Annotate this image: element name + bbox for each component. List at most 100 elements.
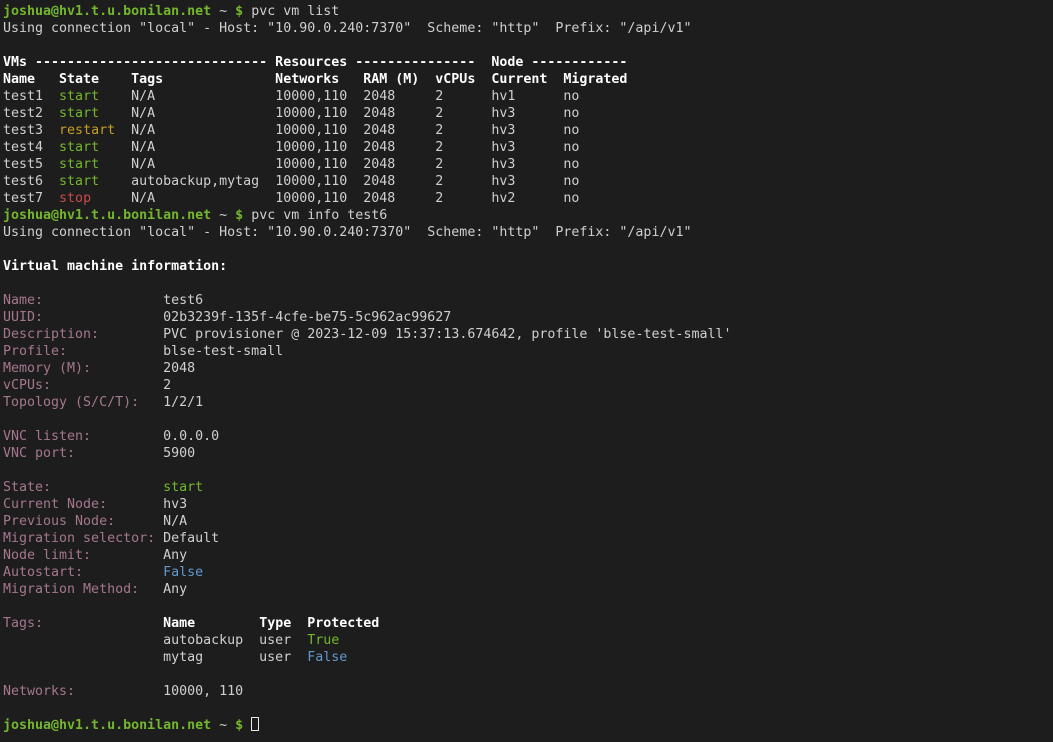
text-segment: test7: [3, 191, 59, 206]
connection-info: Using connection "local" - Host: "10.90.…: [3, 224, 1053, 241]
text-segment: 2: [51, 378, 171, 393]
text-segment: Previous Node:: [3, 514, 115, 529]
text-segment: test5: [3, 157, 59, 172]
text-segment: 1/2/1: [139, 395, 203, 410]
text-segment: Any: [91, 548, 187, 563]
text-segment: start: [59, 157, 99, 172]
vm-row-test7: test7 stop N/A 10000,110 2048 2 hv2 no: [3, 190, 1053, 207]
text-segment: Tags:: [3, 616, 43, 631]
info-vnc-listen: VNC listen: 0.0.0.0: [3, 428, 1053, 445]
info-tags-header: Tags: Name Type Protected: [3, 615, 1053, 632]
info-vcpus: vCPUs: 2: [3, 377, 1053, 394]
text-segment: mytag user: [3, 650, 307, 665]
blank-line: [3, 462, 1053, 479]
blank-line: [3, 37, 1053, 54]
text-segment: 2048: [91, 361, 195, 376]
text-segment: autobackup user: [3, 633, 307, 648]
info-topology: Topology (S/C/T): 1/2/1: [3, 394, 1053, 411]
text-segment: Profile:: [3, 344, 67, 359]
text-segment: Node limit:: [3, 548, 91, 563]
text-segment: N/A 10000,110 2048 2 hv3 no: [99, 157, 579, 172]
text-segment: [43, 616, 163, 631]
text-segment: N/A 10000,110 2048 2 hv1 no: [99, 89, 579, 104]
text-segment: True: [307, 633, 339, 648]
text-segment: Autostart:: [3, 565, 83, 580]
text-segment: 10000, 110: [75, 684, 243, 699]
text-segment: joshua@hv1.t.u.bonilan.net: [3, 208, 211, 223]
blank-line: [3, 598, 1053, 615]
tag-row-mytag: mytag user False: [3, 649, 1053, 666]
vm-row-test6: test6 start autobackup,mytag 10000,110 2…: [3, 173, 1053, 190]
text-segment: start: [59, 106, 99, 121]
text-segment: pvc vm list: [243, 4, 339, 19]
text-segment: restart: [59, 123, 115, 138]
text-segment: joshua@hv1.t.u.bonilan.net: [3, 718, 211, 733]
text-segment: Memory (M):: [3, 361, 91, 376]
text-segment: $: [235, 4, 243, 19]
blank-line: [3, 411, 1053, 428]
text-segment: 5900: [75, 446, 195, 461]
text-segment: Migration Method:: [3, 582, 139, 597]
vm-row-test3: test3 restart N/A 10000,110 2048 2 hv3 n…: [3, 122, 1053, 139]
text-segment: VNC port:: [3, 446, 75, 461]
text-segment: test1: [3, 89, 59, 104]
text-segment: Virtual machine information:: [3, 259, 227, 274]
text-segment: N/A 10000,110 2048 2 hv3 no: [99, 106, 579, 121]
text-segment: Topology (S/C/T):: [3, 395, 139, 410]
text-segment: [51, 480, 163, 495]
info-autostart: Autostart: False: [3, 564, 1053, 581]
text-segment: ~: [211, 4, 235, 19]
info-description: Description: PVC provisioner @ 2023-12-0…: [3, 326, 1053, 343]
terminal-cursor: [251, 717, 259, 731]
info-previous-node: Previous Node: N/A: [3, 513, 1053, 530]
text-segment: stop: [59, 191, 91, 206]
terminal-screen[interactable]: joshua@hv1.t.u.bonilan.net ~ $ pvc vm li…: [0, 0, 1053, 742]
text-segment: VMs ----------------------------- Resour…: [3, 55, 627, 70]
info-current-node: Current Node: hv3: [3, 496, 1053, 513]
vm-row-test4: test4 start N/A 10000,110 2048 2 hv3 no: [3, 139, 1053, 156]
info-node-limit: Node limit: Any: [3, 547, 1053, 564]
blank-line: [3, 700, 1053, 717]
text-segment: N/A 10000,110 2048 2 hv3 no: [115, 123, 579, 138]
vm-row-test5: test5 start N/A 10000,110 2048 2 hv3 no: [3, 156, 1053, 173]
info-uuid: UUID: 02b3239f-135f-4cfe-be75-5c962ac996…: [3, 309, 1053, 326]
text-segment: Using connection "local" - Host: "10.90.…: [3, 225, 691, 240]
text-segment: joshua@hv1.t.u.bonilan.net: [3, 4, 211, 19]
text-segment: [243, 718, 251, 733]
text-segment: Migration selector:: [3, 531, 155, 546]
text-segment: ~: [211, 718, 235, 733]
text-segment: UUID:: [3, 310, 43, 325]
text-segment: test6: [3, 174, 59, 189]
text-segment: PVC provisioner @ 2023-12-09 15:37:13.67…: [99, 327, 731, 342]
text-segment: start: [59, 140, 99, 155]
text-segment: [83, 565, 163, 580]
blank-line: [3, 275, 1053, 292]
info-profile: Profile: blse-test-small: [3, 343, 1053, 360]
text-segment: VNC listen:: [3, 429, 91, 444]
vm-row-test1: test1 start N/A 10000,110 2048 2 hv1 no: [3, 88, 1053, 105]
info-networks: Networks: 10000, 110: [3, 683, 1053, 700]
prompt-vm-list: joshua@hv1.t.u.bonilan.net ~ $ pvc vm li…: [3, 3, 1053, 20]
text-segment: Description:: [3, 327, 99, 342]
info-memory: Memory (M): 2048: [3, 360, 1053, 377]
text-segment: hv3: [107, 497, 187, 512]
tag-row-autobackup: autobackup user True: [3, 632, 1053, 649]
vm-row-test2: test2 start N/A 10000,110 2048 2 hv3 no: [3, 105, 1053, 122]
connection-info: Using connection "local" - Host: "10.90.…: [3, 20, 1053, 37]
text-segment: N/A 10000,110 2048 2 hv2 no: [91, 191, 579, 206]
blank-line: [3, 666, 1053, 683]
text-segment: Name State Tags Networks RAM (M) vCPUs C…: [3, 72, 627, 87]
text-segment: Default: [155, 531, 219, 546]
text-segment: ~: [211, 208, 235, 223]
text-segment: N/A 10000,110 2048 2 hv3 no: [99, 140, 579, 155]
text-segment: Using connection "local" - Host: "10.90.…: [3, 21, 691, 36]
text-segment: $: [235, 208, 243, 223]
text-segment: Name:: [3, 293, 43, 308]
text-segment: 02b3239f-135f-4cfe-be75-5c962ac99627: [43, 310, 451, 325]
text-segment: start: [59, 89, 99, 104]
prompt-vm-info: joshua@hv1.t.u.bonilan.net ~ $ pvc vm in…: [3, 207, 1053, 224]
text-segment: Name Type Protected: [163, 616, 379, 631]
text-segment: False: [307, 650, 347, 665]
text-segment: start: [59, 174, 99, 189]
text-segment: test6: [43, 293, 203, 308]
